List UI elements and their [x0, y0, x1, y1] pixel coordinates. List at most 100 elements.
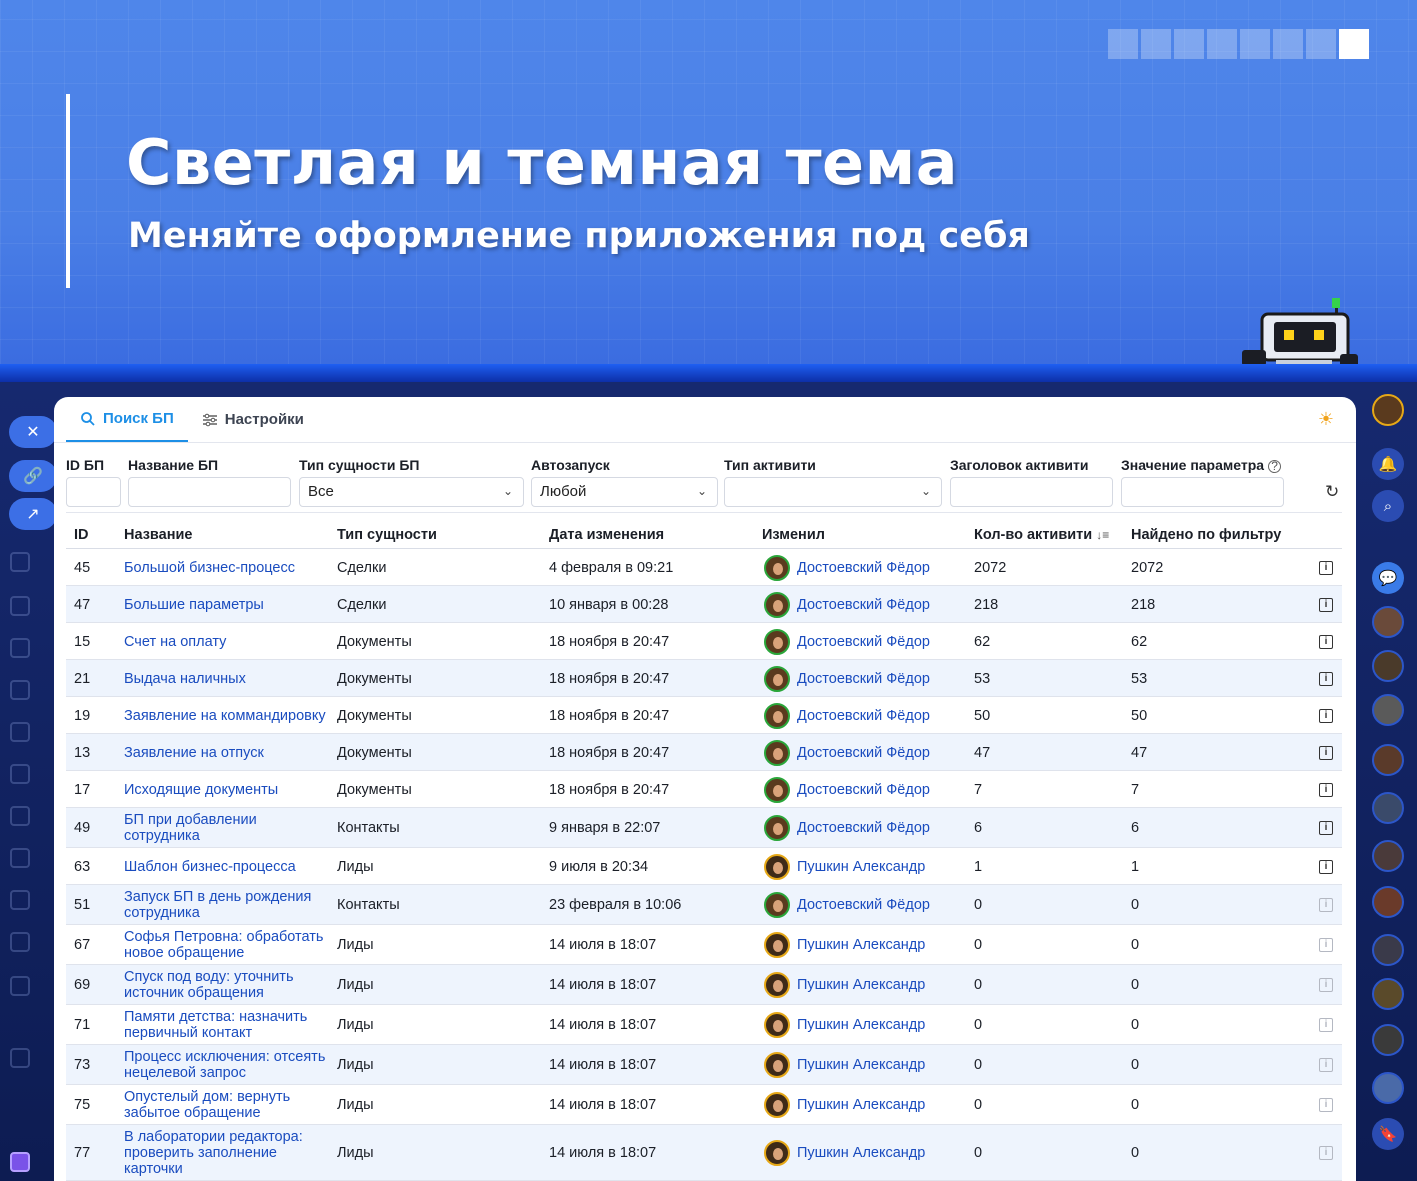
bell-icon[interactable]: 🔔 [1372, 448, 1404, 480]
briefcase-icon[interactable] [10, 596, 30, 616]
refresh-icon[interactable]: ↻ [1325, 482, 1339, 502]
sparkle-icon[interactable] [10, 1152, 30, 1172]
user-avatar[interactable] [764, 554, 790, 581]
close-button[interactable]: ✕ [9, 416, 57, 448]
user-avatar[interactable] [764, 591, 790, 618]
mcp-icon[interactable] [10, 976, 30, 996]
info-icon[interactable]: i [1319, 671, 1333, 686]
tab-search[interactable]: Поиск БП [66, 397, 188, 442]
user-link[interactable]: Достоевский Фёдор [797, 745, 930, 761]
table-row[interactable]: 77 В лаборатории редактора: проверить зап… [66, 1125, 1342, 1181]
process-link[interactable]: В лаборатории редактора: проверить запол… [124, 1129, 329, 1177]
user-avatar[interactable] [1372, 394, 1404, 426]
user-link[interactable]: Достоевский Фёдор [797, 708, 930, 724]
col-found[interactable]: Найдено по фильтру [1131, 527, 1281, 543]
entity-type-select[interactable]: Все ⌄ [299, 477, 524, 507]
process-link[interactable]: БП при добавлении сотрудника [124, 812, 329, 844]
table-row[interactable]: 17 Исходящие документы Документы 18 ноября … [66, 771, 1342, 808]
user-avatar[interactable] [764, 853, 790, 880]
contact-avatar[interactable] [1372, 978, 1404, 1010]
user-avatar[interactable] [764, 776, 790, 803]
user-link[interactable]: Достоевский Фёдор [797, 634, 930, 650]
table-row[interactable]: 75 Опустелый дом: вернуть забытое обращен… [66, 1085, 1342, 1125]
user-link[interactable]: Пушкин Александр [797, 977, 925, 993]
user-link[interactable]: Достоевский Фёдор [797, 820, 930, 836]
contact-avatar[interactable] [1372, 744, 1404, 776]
info-icon[interactable]: i [1319, 1058, 1333, 1072]
table-row[interactable]: 67 Софья Петровна: обработать новое обращ… [66, 925, 1342, 965]
user-link[interactable]: Достоевский Фёдор [797, 560, 930, 576]
bookmark-icon[interactable]: 🔖 [1372, 1118, 1404, 1150]
sun-icon[interactable]: ☀ [1318, 409, 1334, 430]
chat-icon[interactable]: 💬 [1372, 562, 1404, 594]
info-icon[interactable]: i [1319, 859, 1333, 874]
chat-search-icon[interactable]: ⌕ [1372, 490, 1404, 522]
user-avatar[interactable] [764, 628, 790, 655]
link-button[interactable]: 🔗 [9, 460, 57, 492]
document-icon[interactable] [10, 638, 30, 658]
table-row[interactable]: 47 Большие параметры Сделки 10 января в 00:… [66, 586, 1342, 623]
table-row[interactable]: 63 Шаблон бизнес-процесса Лиды 9 июля в 20:… [66, 848, 1342, 885]
user-avatar[interactable] [764, 932, 790, 958]
contact-avatar[interactable] [1372, 650, 1404, 682]
activity-type-select[interactable]: ⌄ [724, 477, 942, 507]
user-avatar[interactable] [764, 892, 790, 918]
user-link[interactable]: Достоевский Фёдор [797, 671, 930, 687]
info-icon[interactable]: i [1319, 978, 1333, 992]
col-changed-by[interactable]: Изменил [762, 527, 825, 543]
process-link[interactable]: Спуск под воду: уточнить источник обраще… [124, 969, 329, 1001]
info-icon[interactable]: i [1319, 1098, 1333, 1112]
name-input[interactable] [128, 477, 291, 507]
calendar-icon[interactable] [10, 722, 30, 742]
table-row[interactable]: 15 Счет на оплату Документы 18 ноября в 20:… [66, 623, 1342, 660]
external-link-button[interactable]: ↗ [9, 498, 57, 530]
table-row[interactable]: 71 Памяти детства: назначить первичный ко… [66, 1005, 1342, 1045]
table-row[interactable]: 21 Выдача наличных Документы 18 ноября в 20… [66, 660, 1342, 697]
user-avatar[interactable] [764, 1052, 790, 1078]
presentation-icon[interactable] [10, 680, 30, 700]
info-icon[interactable]: i [1319, 597, 1333, 612]
col-activities[interactable]: Кол-во активити ↓≡ [974, 527, 1109, 543]
contact-avatar[interactable] [1372, 934, 1404, 966]
contact-avatar[interactable] [1372, 886, 1404, 918]
user-link[interactable]: Пушкин Александр [797, 1145, 925, 1161]
contact-avatar[interactable] [1372, 1024, 1404, 1056]
table-row[interactable]: 19 Заявление на коммандировку Документы 18 … [66, 697, 1342, 734]
table-row[interactable]: 13 Заявление на отпуск Документы 18 ноября … [66, 734, 1342, 771]
user-link[interactable]: Пушкин Александр [797, 937, 925, 953]
process-link[interactable]: Исходящие документы [124, 782, 329, 798]
user-avatar[interactable] [764, 665, 790, 692]
info-icon[interactable]: i [1319, 1146, 1333, 1160]
user-avatar[interactable] [764, 1012, 790, 1038]
user-avatar[interactable] [764, 815, 790, 841]
col-id[interactable]: ID [74, 527, 89, 543]
process-link[interactable]: Большие параметры [124, 597, 329, 613]
user-link[interactable]: Пушкин Александр [797, 1057, 925, 1073]
info-icon[interactable]: i [1319, 560, 1333, 575]
info-icon[interactable]: i [1319, 821, 1333, 835]
col-date[interactable]: Дата изменения [549, 527, 664, 543]
info-icon[interactable]: i [1319, 898, 1333, 912]
settings-icon[interactable] [10, 1048, 30, 1068]
process-link[interactable]: Заявление на коммандировку [124, 708, 329, 724]
process-link[interactable]: Памяти детства: назначить первичный конт… [124, 1009, 329, 1041]
process-link[interactable]: Большой бизнес-процесс [124, 560, 329, 576]
param-value-input[interactable] [1121, 477, 1284, 507]
edit-doc-icon[interactable] [10, 848, 30, 868]
user-link[interactable]: Достоевский Фёдор [797, 782, 930, 798]
process-link[interactable]: Опустелый дом: вернуть забытое обращение [124, 1089, 329, 1121]
user-avatar[interactable] [764, 972, 790, 998]
user-link[interactable]: Пушкин Александр [797, 1097, 925, 1113]
user-link[interactable]: Достоевский Фёдор [797, 597, 930, 613]
process-link[interactable]: Софья Петровна: обработать новое обращен… [124, 929, 329, 961]
contact-avatar[interactable] [1372, 840, 1404, 872]
contact-avatar[interactable] [1372, 792, 1404, 824]
user-link[interactable]: Пушкин Александр [797, 859, 925, 875]
user-avatar[interactable] [764, 702, 790, 729]
user-link[interactable]: Достоевский Фёдор [797, 897, 930, 913]
table-row[interactable]: 45 Большой бизнес-процесс Сделки 4 февраля … [66, 549, 1342, 586]
tasks-icon[interactable] [10, 552, 30, 572]
info-icon[interactable]: i [1319, 745, 1333, 760]
info-icon[interactable]: i [1319, 708, 1333, 723]
chart-icon[interactable] [10, 764, 30, 784]
